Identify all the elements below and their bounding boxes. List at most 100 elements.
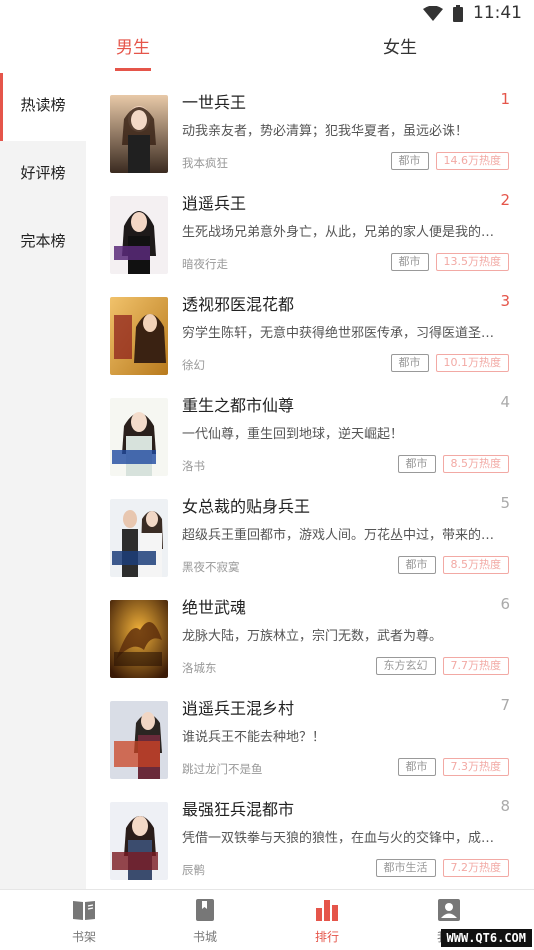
book-item[interactable]: 最强狂兵混都市 8 凭借一双铁拳与天狼的狼性，在血与火的交锋中，成… 辰鹘 都市…: [86, 780, 534, 881]
category-tag: 东方玄幻: [375, 657, 436, 675]
book-title: 逍遥兵王混乡村: [182, 699, 295, 718]
book-title: 绝世武魂: [182, 598, 247, 617]
ranking-sidebar: 热读榜 好评榜 完本榜: [0, 73, 86, 889]
popularity-tag: 7.7万热度: [442, 657, 509, 675]
book-tags: 都市 14.6万热度: [390, 152, 509, 170]
tab-male[interactable]: 男生: [73, 27, 193, 73]
book-title: 最强狂兵混都市: [182, 800, 295, 819]
book-item[interactable]: 女总裁的贴身兵王 5 超级兵王重回都市，游戏人间。万花丛中过，带来的… 黑夜不寂…: [86, 477, 534, 578]
book-author: 辰鹘: [182, 863, 205, 877]
status-bar: 11:41: [0, 0, 534, 27]
book-author: 洛城东: [182, 661, 217, 675]
tab-active-indicator: [115, 68, 151, 71]
book-item[interactable]: 逍遥兵王 2 生死战场兄弟意外身亡，从此，兄弟的家人便是我的… 暗夜行走 都市 …: [86, 174, 534, 275]
book-description: 一代仙尊，重生回到地球，逆天崛起！: [182, 427, 404, 442]
book-item[interactable]: 一世兵王 1 动我亲友者，势必清算；犯我华夏者，虽远必诛！ 我本疯狂 都市 14…: [86, 73, 534, 174]
sidebar-item-label: 完本榜: [20, 232, 66, 250]
book-rank: 3: [500, 292, 510, 310]
book-author: 暗夜行走: [182, 257, 228, 271]
popularity-tag: 7.3万热度: [442, 758, 509, 776]
category-tag: 都市: [390, 354, 429, 372]
tab-female[interactable]: 女生: [340, 27, 460, 73]
book-description: 超级兵王重回都市，游戏人间。万花丛中过，带来的…: [182, 528, 495, 543]
book-author: 我本疯狂: [182, 156, 228, 170]
book-tags: 都市 8.5万热度: [397, 455, 509, 473]
popularity-tag: 7.2万热度: [442, 859, 509, 877]
sidebar-item-label: 热读榜: [20, 96, 66, 114]
book-tags: 都市 10.1万热度: [390, 354, 509, 372]
gender-tabs: 男生 女生: [0, 27, 534, 74]
nav-ranking[interactable]: 排行: [277, 890, 377, 950]
book-description: 生死战场兄弟意外身亡，从此，兄弟的家人便是我的…: [182, 225, 495, 240]
status-time: 11:41: [473, 3, 522, 23]
tab-male-label: 男生: [116, 38, 150, 58]
nav-bookstore[interactable]: 书城: [155, 890, 255, 950]
status-icons: 11:41: [423, 3, 522, 23]
book-description: 谁说兵王不能去种地？！: [182, 730, 326, 745]
sidebar-item-hot-read[interactable]: 热读榜: [0, 73, 86, 141]
book-rank: 6: [500, 595, 510, 613]
book-cover: [110, 499, 168, 577]
book-description: 穷学生陈轩，无意中获得绝世邪医传承，习得医道圣…: [182, 326, 495, 341]
book-item[interactable]: 透视邪医混花都 3 穷学生陈轩，无意中获得绝世邪医传承，习得医道圣… 徐幻 都市…: [86, 275, 534, 376]
popularity-tag: 14.6万热度: [435, 152, 509, 170]
book-rank: 8: [500, 797, 510, 815]
book-tags: 都市 7.3万热度: [397, 758, 509, 776]
book-rank: 4: [500, 393, 510, 411]
book-description: 凭借一双铁拳与天狼的狼性，在血与火的交锋中，成…: [182, 831, 495, 846]
book-cover: [110, 398, 168, 476]
book-description: 龙脉大陆，万族林立，宗门无数，武者为尊。: [182, 629, 443, 644]
bookstore-icon: [196, 899, 214, 921]
popularity-tag: 13.5万热度: [435, 253, 509, 271]
category-tag: 都市: [390, 253, 429, 271]
book-rank: 5: [500, 494, 510, 512]
profile-icon: [438, 899, 460, 921]
book-item[interactable]: 重生之都市仙尊 4 一代仙尊，重生回到地球，逆天崛起！ 洛书 都市 8.5万热度: [86, 376, 534, 477]
wifi-icon: [423, 5, 443, 21]
book-author: 黑夜不寂寞: [182, 560, 240, 574]
book-title: 重生之都市仙尊: [182, 396, 295, 415]
book-tags: 都市 13.5万热度: [390, 253, 509, 271]
ranking-icon: [316, 900, 338, 921]
book-title: 女总裁的贴身兵王: [182, 497, 311, 516]
book-description: 动我亲友者，势必清算；犯我华夏者，虽远必诛！: [182, 124, 469, 139]
category-tag: 都市生活: [375, 859, 436, 877]
book-author: 徐幻: [182, 358, 205, 372]
book-cover: [110, 95, 168, 173]
book-author: 洛书: [182, 459, 205, 473]
book-rank: 1: [500, 90, 510, 108]
book-cover: [110, 701, 168, 779]
book-cover: [110, 802, 168, 880]
popularity-tag: 10.1万热度: [435, 354, 509, 372]
nav-bookstore-label: 书城: [192, 930, 217, 944]
battery-icon: [453, 4, 463, 22]
book-rank: 7: [500, 696, 510, 714]
book-tags: 东方玄幻 7.7万热度: [375, 657, 509, 675]
sidebar-item-label: 好评榜: [20, 164, 66, 182]
book-title: 透视邪医混花都: [182, 295, 295, 314]
book-title: 逍遥兵王: [182, 194, 247, 213]
nav-ranking-label: 排行: [314, 930, 339, 944]
category-tag: 都市: [397, 556, 436, 574]
book-item[interactable]: 绝世武魂 6 龙脉大陆，万族林立，宗门无数，武者为尊。 洛城东 东方玄幻 7.7…: [86, 578, 534, 679]
book-tags: 都市 8.5万热度: [397, 556, 509, 574]
book-cover: [110, 196, 168, 274]
popularity-tag: 8.5万热度: [442, 455, 509, 473]
book-title: 一世兵王: [182, 93, 247, 112]
book-cover: [110, 600, 168, 678]
category-tag: 都市: [397, 455, 436, 473]
book-rank: 2: [500, 191, 510, 209]
book-cover: [110, 297, 168, 375]
sidebar-item-top-rated[interactable]: 好评榜: [0, 141, 86, 209]
book-item[interactable]: 逍遥兵王混乡村 7 谁说兵王不能去种地？！ 跳过龙门不是鱼 都市 7.3万热度: [86, 679, 534, 780]
book-author: 跳过龙门不是鱼: [182, 762, 263, 776]
sidebar-item-completed[interactable]: 完本榜: [0, 209, 86, 277]
popularity-tag: 8.5万热度: [442, 556, 509, 574]
site-watermark: WWW.QT6.COM: [440, 929, 532, 947]
nav-bookshelf[interactable]: 书架: [34, 890, 134, 950]
category-tag: 都市: [397, 758, 436, 776]
bookshelf-icon: [73, 901, 95, 920]
book-ranking-list: 一世兵王 1 动我亲友者，势必清算；犯我华夏者，虽远必诛！ 我本疯狂 都市 14…: [86, 73, 534, 889]
nav-bookshelf-label: 书架: [71, 930, 96, 944]
book-tags: 都市生活 7.2万热度: [375, 859, 509, 877]
